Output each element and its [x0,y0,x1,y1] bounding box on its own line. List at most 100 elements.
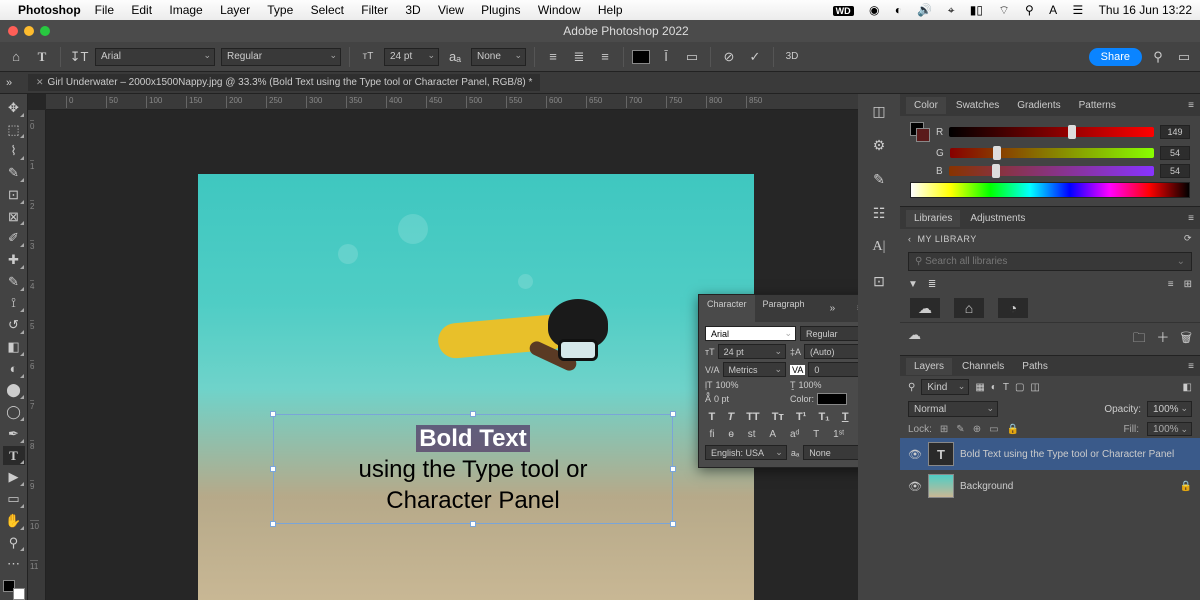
quick-select-tool[interactable]: ✎ [3,163,25,183]
tab-channels[interactable]: Channels [954,358,1012,375]
char-kerning-select[interactable]: Metrics [723,362,786,377]
foreground-background-color[interactable] [3,580,25,600]
b-slider[interactable] [949,166,1154,176]
home-icon[interactable]: ⌂ [6,47,26,67]
menu-image[interactable]: Image [169,3,202,17]
menu-plugins[interactable]: Plugins [481,3,520,17]
spotlight-icon[interactable]: ⚲ [1025,3,1034,17]
font-family-select[interactable]: Arial [95,48,215,66]
visibility-icon[interactable]: 👁 [908,448,922,461]
symbols-icon[interactable]: ☷ [867,202,891,224]
tab-patterns[interactable]: Patterns [1071,97,1124,114]
library-name[interactable]: MY LIBRARY [918,234,977,244]
share-library-icon[interactable]: ⟳ [1184,233,1192,244]
history-icon[interactable]: ◫ [867,100,891,122]
r-value[interactable]: 149 [1160,125,1190,139]
char-size-select[interactable]: 24 pt [718,344,786,359]
healing-tool[interactable]: ✚ [3,250,25,270]
b-value[interactable]: 54 [1160,164,1190,178]
app-name[interactable]: Photoshop [18,3,81,17]
align-right-icon[interactable]: ≡ [595,47,615,67]
kind-select[interactable]: Kind [921,379,969,395]
circle-icon[interactable]: ◐ [895,3,902,17]
panel-menu-icon[interactable]: ≡ [1180,210,1200,227]
grid-view-icon[interactable]: ⊞ [1184,279,1192,290]
workspace-icon[interactable]: ▭ [1174,47,1194,67]
tab-swatches[interactable]: Swatches [948,97,1007,114]
search-icon[interactable]: ⚲ [1148,47,1168,67]
ligatures-icon[interactable]: fi [709,429,714,440]
language-select[interactable]: English: USA [705,445,787,460]
tab-gradients[interactable]: Gradients [1009,97,1068,114]
adjustments-icon[interactable]: ⚙ [867,134,891,156]
language-icon[interactable]: A [1049,3,1057,17]
all-caps[interactable]: TT [746,411,759,423]
stylistic-icon[interactable]: st [748,429,756,440]
menu-filter[interactable]: Filter [361,3,388,17]
menu-type[interactable]: Type [267,3,293,17]
glyphs-icon[interactable]: A| [867,236,891,258]
align-left-icon[interactable]: ≡ [543,47,563,67]
tab-paragraph[interactable]: Paragraph [755,295,813,322]
wd-icon[interactable]: WD [833,6,854,16]
orientation-icon[interactable]: ↧T [69,47,89,67]
align-center-icon[interactable]: ≣ [569,47,589,67]
cloud-icon[interactable]: ☁ [908,327,921,351]
folder-icon[interactable]: 🗀 [1133,330,1146,345]
brush-tool[interactable]: ✎ [3,272,25,292]
minimize-window-button[interactable] [24,26,34,36]
spectrum-picker[interactable] [910,182,1190,198]
zoom-tool[interactable]: ⚲ [3,533,25,553]
clock[interactable]: Thu 16 Jun 13:22 [1099,3,1192,17]
eraser-tool[interactable]: ◧ [3,337,25,357]
type-tool[interactable]: T [3,446,25,466]
text-color-swatch[interactable] [632,50,650,64]
library-item[interactable]: ◔ [998,298,1028,318]
menu-help[interactable]: Help [598,3,623,17]
swash-icon[interactable]: T [813,429,819,440]
r-slider[interactable] [949,127,1154,137]
share-button[interactable]: Share [1089,48,1142,66]
menu-select[interactable]: Select [311,3,344,17]
filter-pixel-icon[interactable]: ▦ [975,382,984,393]
stamp-tool[interactable]: ⟟ [3,294,25,314]
brushes-icon[interactable]: ✎ [867,168,891,190]
home-pin-icon[interactable]: » [6,77,12,89]
font-weight-select[interactable]: Regular [221,48,341,66]
opacity-select[interactable]: 100% [1147,401,1192,417]
font-size-select[interactable]: 24 pt [384,48,439,66]
g-slider[interactable] [950,148,1154,158]
cancel-icon[interactable]: ⊘ [719,47,739,67]
tab-layers[interactable]: Layers [906,358,952,375]
lock-pixel-icon[interactable]: ⊞ [940,424,948,435]
lock-all-icon[interactable]: 🔒 [1007,424,1019,435]
fractions-icon[interactable]: 1ˢᵗ [833,429,844,440]
menu-layer[interactable]: Layer [220,3,250,17]
close-window-button[interactable] [8,26,18,36]
wifi-icon[interactable]: ⌔ [998,3,1009,18]
char-font-select[interactable]: Arial [705,326,796,341]
character-panel[interactable]: Character Paragraph »≡ Arial Regular тT2… [698,294,858,468]
layer-name[interactable]: Background [960,481,1174,492]
titling-icon[interactable]: A [769,429,776,440]
dodge-tool[interactable]: ◯ [3,402,25,422]
horizontal-ruler[interactable]: 0 50 100 150 200 250 300 350 400 450 500… [46,94,858,110]
menu-3d[interactable]: 3D [405,3,420,17]
lock-brush-icon[interactable]: ✎ [956,424,964,435]
visibility-icon[interactable]: 👁 [908,480,922,493]
eyedropper-tool[interactable]: ✐ [3,228,25,248]
tab-libraries[interactable]: Libraries [906,210,960,227]
trash-icon[interactable]: 🗑 [1180,330,1192,345]
menu-view[interactable]: View [438,3,464,17]
list-view-icon[interactable]: ≡ [1168,279,1174,290]
filter-shape-icon[interactable]: ▢ [1015,382,1024,393]
filter-toggle[interactable]: ◧ [1183,382,1192,393]
library-item[interactable]: ☁ [910,298,940,318]
lock-nest-icon[interactable]: ▭ [989,424,998,435]
path-select-tool[interactable]: ▶ [3,467,25,487]
lasso-tool[interactable]: ⌇ [3,141,25,161]
sort-icon[interactable]: ≣ [928,279,936,290]
layer-row-background[interactable]: 👁 Background 🔒 [900,470,1200,502]
rec-icon[interactable]: ◉ [869,3,879,17]
close-tab-icon[interactable]: ✕ [36,77,44,88]
